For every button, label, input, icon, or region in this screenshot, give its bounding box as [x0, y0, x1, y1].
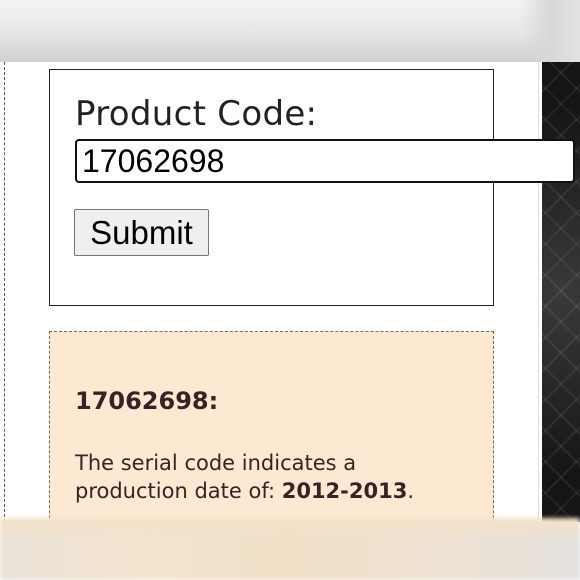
submit-button[interactable]: Submit: [74, 209, 209, 256]
blurred-top-band: [0, 0, 580, 62]
result-date-range: 2012-2013: [281, 479, 408, 503]
result-text-suffix: .: [407, 479, 415, 503]
screenshot-stage: Product Code: Submit 17062698: The seria…: [0, 0, 580, 580]
blurred-bottom-band: [0, 518, 580, 580]
page-left-edge: [0, 62, 5, 522]
result-title: 17062698:: [75, 387, 219, 415]
result-text: The serial code indicates a production d…: [75, 449, 475, 505]
product-code-input[interactable]: [75, 139, 575, 183]
product-code-label: Product Code:: [75, 94, 318, 134]
quilted-background-texture: [542, 62, 580, 522]
